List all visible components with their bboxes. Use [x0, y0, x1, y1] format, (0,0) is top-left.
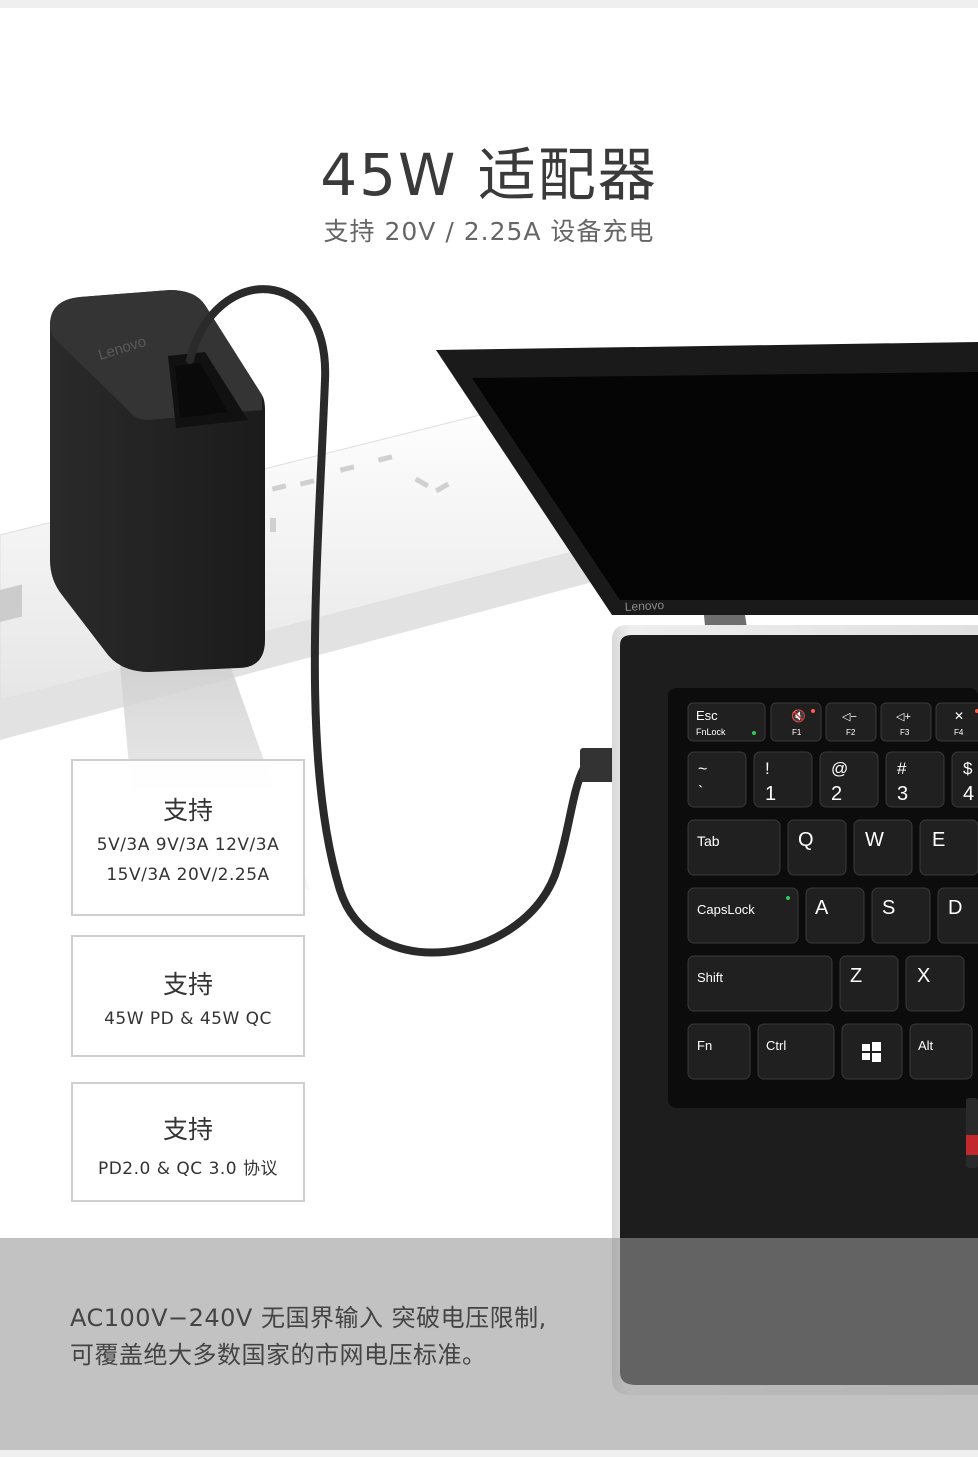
key-2: @ 2	[819, 751, 879, 808]
key-f1-label: F1	[792, 728, 802, 737]
key-shift-label: Shift	[697, 970, 723, 985]
footer-band: AC100V−240V 无国界输入 突破电压限制, 可覆盖绝大多数国家的市网电压…	[0, 1238, 978, 1450]
page-subtitle: 支持 20V / 2.25A 设备充电	[323, 217, 655, 246]
key-a: A	[805, 887, 865, 944]
trackpoint-accent	[966, 1135, 978, 1155]
key-fn: Fn	[687, 1023, 751, 1080]
product-page: Lenovo Lenovo Esc FnLock 🔇 F1 ◁− F2 ◁+ F…	[0, 0, 978, 1457]
feature-line: PD2.0 & QC 3.0 协议	[97, 1159, 279, 1179]
svg-text:✕: ✕	[954, 709, 964, 723]
key-f3: ◁+ F3	[880, 702, 932, 742]
key-3: # 3	[885, 751, 945, 808]
key-tilde-top: ~	[698, 761, 707, 778]
page-title: 45W 适配器	[320, 141, 658, 209]
key-capslock: CapsLock	[687, 887, 799, 944]
key-f3-label: F3	[900, 728, 910, 737]
key-fnlock-label: FnLock	[696, 727, 726, 737]
key-4-top: $	[963, 759, 973, 778]
feature-heading: 支持	[162, 970, 213, 999]
key-f1: 🔇 F1	[770, 702, 822, 742]
bottom-divider	[0, 1450, 978, 1457]
laptop-logo: Lenovo	[624, 598, 664, 614]
key-q-label: Q	[798, 829, 814, 851]
key-d-label: D	[948, 897, 962, 919]
socket-slot	[0, 584, 22, 622]
key-esc: Esc FnLock	[687, 702, 766, 742]
key-2-bottom: 2	[831, 783, 842, 805]
key-a-label: A	[815, 897, 829, 919]
key-z: Z	[839, 955, 899, 1012]
key-f4-label: F4	[954, 728, 964, 737]
charger: Lenovo	[50, 290, 265, 672]
key-capslock-label: CapsLock	[697, 902, 755, 917]
key-ctrl: Ctrl	[757, 1023, 835, 1080]
key-e: E	[919, 819, 978, 876]
key-4-bottom: 4	[963, 783, 974, 805]
key-tilde-bottom: `	[698, 784, 703, 801]
key-3-bottom: 3	[897, 783, 908, 805]
key-1-top: !	[765, 759, 770, 778]
key-1-bottom: 1	[765, 783, 776, 805]
feature-box-voltages: 支持 5V/3A 9V/3A 12V/3A 15V/3A 20V/2.25A	[71, 759, 305, 916]
key-esc-label: Esc	[696, 708, 718, 723]
feature-box-protocol: 支持 PD2.0 & QC 3.0 协议	[71, 1082, 305, 1202]
key-x-label: X	[917, 965, 930, 987]
key-2-top: @	[831, 759, 848, 778]
key-alt-label: Alt	[918, 1038, 934, 1053]
feature-box-power: 支持 45W PD & 45W QC	[71, 935, 305, 1057]
footer-line-1: AC100V−240V 无国界输入 突破电压限制,	[70, 1304, 547, 1332]
key-s: S	[871, 887, 931, 944]
key-d: D	[937, 887, 978, 944]
key-w-label: W	[865, 829, 884, 851]
key-w: W	[853, 819, 913, 876]
key-e-label: E	[932, 829, 945, 851]
feature-line: 5V/3A 9V/3A 12V/3A	[96, 835, 280, 855]
svg-text:🔇: 🔇	[791, 709, 806, 723]
key-f4: ✕ F4	[935, 702, 978, 742]
usb-c-plug	[580, 748, 616, 782]
key-fn-label: Fn	[697, 1038, 712, 1053]
footer-line-2: 可覆盖绝大多数国家的市网电压标准。	[70, 1341, 487, 1369]
key-tilde: ~ `	[687, 751, 747, 808]
feature-heading: 支持	[162, 1115, 213, 1144]
key-shift: Shift	[687, 955, 833, 1012]
feature-line: 45W PD & 45W QC	[104, 1009, 272, 1029]
key-q: Q	[787, 819, 847, 876]
trackpoint-buttons	[966, 1098, 978, 1168]
svg-text:◁−: ◁−	[842, 711, 857, 723]
key-windows	[841, 1023, 903, 1080]
key-ctrl-label: Ctrl	[766, 1038, 786, 1053]
key-f2-label: F2	[846, 728, 856, 737]
feature-heading: 支持	[162, 796, 213, 825]
key-s-label: S	[882, 897, 895, 919]
feature-line: 15V/3A 20V/2.25A	[106, 865, 270, 885]
key-tab: Tab	[687, 819, 781, 876]
key-z-label: Z	[850, 965, 862, 987]
key-f2: ◁− F2	[825, 702, 877, 742]
key-alt: Alt	[909, 1023, 973, 1080]
svg-text:◁+: ◁+	[896, 711, 911, 723]
key-x: X	[905, 955, 965, 1012]
key-3-top: #	[897, 759, 907, 778]
key-tab-label: Tab	[697, 833, 720, 849]
key-4: $ 4	[951, 751, 978, 808]
key-1: ! 1	[753, 751, 813, 808]
